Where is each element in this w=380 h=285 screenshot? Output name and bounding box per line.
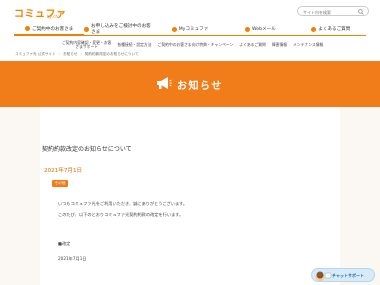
article-paragraph: 2021年7月1日 bbox=[58, 256, 87, 261]
mail-icon bbox=[245, 26, 251, 32]
search-input[interactable] bbox=[303, 9, 355, 15]
breadcrumb-separator: › bbox=[80, 52, 82, 56]
user-icon bbox=[171, 26, 177, 32]
article-paragraph: このたび、以下のとおりコミュファ光契約約款の改定を行います。 bbox=[58, 212, 184, 217]
arrow-circle-icon bbox=[25, 26, 31, 31]
site-logo-sub: by ctc bbox=[47, 14, 60, 19]
category-badge: その他 bbox=[52, 180, 68, 187]
nav-item-my-commufa[interactable]: Myコミュファ bbox=[154, 23, 226, 36]
main-nav: ご契約中のお客さま お申し込みをご検討中のお客さま Myコミュファ Webメール… bbox=[14, 23, 367, 36]
site-header: コミュファ by ctc bbox=[0, 0, 380, 23]
chat-support-label: チャットサポート bbox=[332, 273, 364, 278]
page-title: お知らせ bbox=[177, 81, 223, 92]
nav-label: ご契約中のお客さま bbox=[32, 26, 74, 32]
subnav-outage[interactable]: 障害情報 bbox=[272, 43, 287, 47]
nav-item-webmail[interactable]: Webメール bbox=[225, 23, 296, 36]
nav-label: お申し込みをご検討中のお客さま bbox=[91, 24, 151, 35]
arrow-circle-icon bbox=[84, 26, 90, 32]
subnav-campaign[interactable]: ご契約中のお客さま向け特典・キャンペーン bbox=[158, 43, 234, 47]
subnav-setup[interactable]: 各種接続・設定方法 bbox=[117, 43, 151, 47]
nav-label: Webメール bbox=[252, 27, 276, 32]
nav-item-faq[interactable]: よくあるご質問 bbox=[295, 23, 367, 36]
megaphone-icon bbox=[157, 77, 172, 89]
nav-label: よくあるご質問 bbox=[318, 27, 351, 32]
article-paragraph: いつもコミュファ光をご利用いただき、誠にありがとうございます。 bbox=[58, 201, 188, 206]
nav-label: Myコミュファ bbox=[178, 27, 209, 32]
breadcrumb-separator: › bbox=[58, 52, 61, 56]
subnav-faq[interactable]: よくあるご質問 bbox=[239, 43, 266, 47]
nav-item-prospective[interactable]: お申し込みをご検討中のお客さま bbox=[84, 23, 155, 36]
breadcrumb-news[interactable]: お知らせ bbox=[63, 52, 77, 57]
article-section-heading: ■改定 bbox=[58, 241, 71, 246]
page-banner: お知らせ bbox=[0, 61, 380, 107]
content-area bbox=[0, 107, 380, 285]
subnav-maintenance[interactable]: メンテナンス情報 bbox=[293, 43, 323, 47]
chat-support-button[interactable]: チャットサポート bbox=[311, 268, 375, 282]
support-character-icon bbox=[315, 271, 332, 282]
breadcrumb-current: 契約約款改定のお知らせについて bbox=[84, 52, 139, 56]
article-date: 2021年7月1日 bbox=[44, 168, 83, 174]
search-box[interactable] bbox=[297, 6, 369, 16]
breadcrumb-home[interactable]: コミュファ光 公式サイト bbox=[15, 52, 56, 57]
breadcrumb: コミュファ光 公式サイト › お知らせ › 契約約款改定のお知らせについて bbox=[15, 52, 139, 57]
search-icon[interactable] bbox=[358, 8, 364, 15]
nav-item-current-customers[interactable]: ご契約中のお客さま bbox=[14, 23, 85, 36]
article-title: 契約約款改定のお知らせについて bbox=[42, 146, 132, 153]
sub-nav: ご契約内容確認・変更・お客 さまサポート 各種接続・設定方法 ご契約中のお客さま… bbox=[62, 40, 342, 50]
question-icon bbox=[311, 26, 317, 32]
subnav-contract[interactable]: ご契約内容確認・変更・お客 さまサポート bbox=[62, 41, 111, 49]
